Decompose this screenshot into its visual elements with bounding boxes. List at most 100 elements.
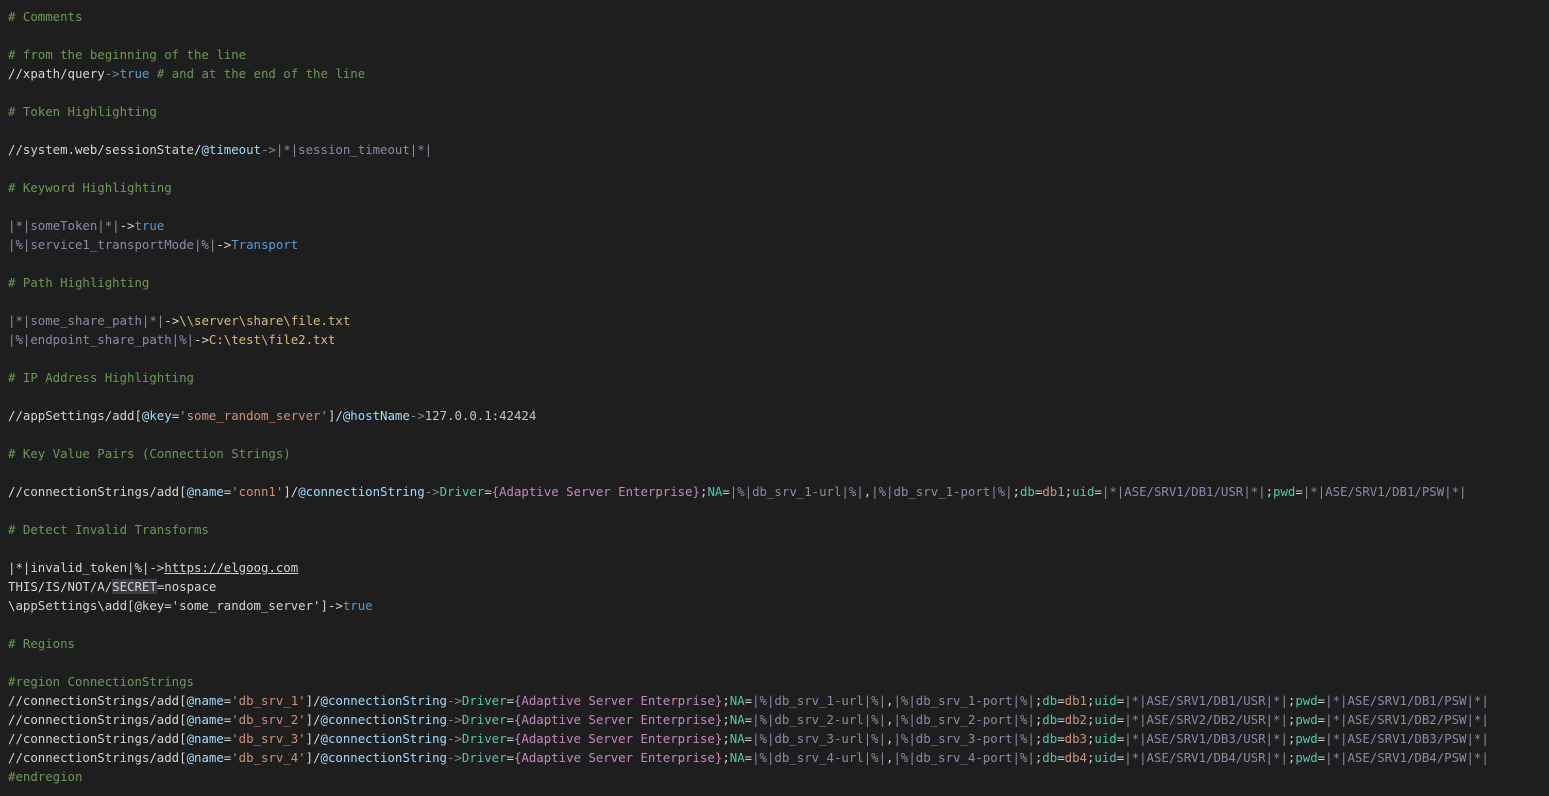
code-text: ]/ (305, 731, 321, 746)
code-line[interactable] (0, 653, 1549, 672)
kv-key: uid (1094, 731, 1117, 746)
code-line[interactable]: //connectionStrings/add[@name = 'db_srv_1'… (0, 691, 1549, 710)
kv-key: db (1042, 750, 1058, 765)
token-placeholder: |%|db_srv_1-url|%| (729, 484, 864, 499)
kv-braced-value: {Adaptive Server Enterprise} (513, 712, 723, 727)
code-line[interactable] (0, 292, 1549, 311)
code-text: -> (327, 598, 343, 613)
kv-key: Driver (461, 693, 507, 708)
code-line[interactable] (0, 254, 1549, 273)
code-line[interactable]: # Key Value Pairs (Connection Strings) (0, 444, 1549, 463)
code-line[interactable] (0, 501, 1549, 520)
code-line[interactable] (0, 26, 1549, 45)
transform-arrow: -> (409, 408, 425, 423)
code-text: -> (164, 313, 180, 328)
string-literal: 'db_srv_2' (231, 712, 306, 727)
string-literal: 'db_srv_4' (231, 750, 306, 765)
code-line[interactable]: |*|someToken|*|->true (0, 216, 1549, 235)
kv-key: Driver (461, 731, 507, 746)
transform-arrow: -> (447, 750, 462, 765)
kv-delimiter: = (1057, 750, 1065, 765)
code-line[interactable]: //connectionStrings/add[@name = 'db_srv_3'… (0, 729, 1549, 748)
kv-delimiter: = (1317, 712, 1326, 727)
token-placeholder: |*|ASE/SRV1/DB1/USR|*| (1101, 484, 1266, 499)
code-line[interactable] (0, 197, 1549, 216)
kv-key: pwd (1295, 750, 1318, 765)
comment-text: # from the beginning of the line (8, 47, 247, 62)
kv-delimiter: = (506, 750, 514, 765)
code-line[interactable] (0, 349, 1549, 368)
code-line[interactable]: #region ConnectionStrings (0, 672, 1549, 691)
xpath-attribute: @name (186, 693, 224, 708)
code-line[interactable] (0, 539, 1549, 558)
region-marker: #endregion (8, 769, 83, 784)
code-text: //system.web/sessionState/ (8, 142, 202, 157)
comment-text: # IP Address Highlighting (8, 370, 194, 385)
kv-value: db4 (1064, 750, 1087, 765)
code-line[interactable] (0, 463, 1549, 482)
token-placeholder: |*|ASE/SRV1/DB3/PSW|*| (1325, 731, 1489, 746)
code-text: //connectionStrings/add[ (8, 750, 187, 765)
code-line[interactable] (0, 425, 1549, 444)
kv-delimiter: = (1094, 484, 1102, 499)
comment-text: # Path Highlighting (8, 275, 150, 290)
kv-key: pwd (1295, 731, 1318, 746)
kv-braced-value: {Adaptive Server Enterprise} (513, 731, 723, 746)
kv-delimiter: = (1295, 484, 1303, 499)
code-line[interactable]: //connectionStrings/add[@name = 'conn1']/@… (0, 482, 1549, 501)
kv-key: db (1042, 731, 1058, 746)
comment-text: # Detect Invalid Transforms (8, 522, 209, 537)
string-literal: 'conn1' (231, 484, 284, 499)
code-line[interactable] (0, 83, 1549, 102)
code-line[interactable]: |%|endpoint_share_path|%|->C:\test\file2… (0, 330, 1549, 349)
code-line[interactable]: //connectionStrings/add[@name = 'db_srv_2'… (0, 710, 1549, 729)
code-text: ]/ (305, 712, 321, 727)
xpath-attribute: @name (186, 484, 224, 499)
code-line[interactable] (0, 121, 1549, 140)
code-line[interactable]: //system.web/sessionState/@timeout->|*|s… (0, 140, 1549, 159)
token-placeholder: |*|someToken|*| (8, 218, 120, 233)
comment-text: # Keyword Highlighting (8, 180, 172, 195)
token-placeholder: |%|db_srv_4-port|%| (893, 750, 1035, 765)
code-line[interactable]: \appSettings\add[@key='some_random_serve… (0, 596, 1549, 615)
kv-delimiter: = (1317, 731, 1326, 746)
kv-braced-value: {Adaptive Server Enterprise} (491, 484, 700, 499)
code-line[interactable]: # Token Highlighting (0, 102, 1549, 121)
transform-arrow: -> (260, 142, 276, 157)
kv-key: Driver (439, 484, 485, 499)
code-line[interactable]: # Regions (0, 634, 1549, 653)
kv-delimiter: = (1057, 712, 1065, 727)
keyword-value: Transport (231, 237, 299, 252)
keyword-value: true (119, 66, 150, 81)
code-line[interactable] (0, 615, 1549, 634)
code-editor[interactable]: # Comments # from the beginning of the li… (0, 0, 1549, 796)
code-text: //connectionStrings/add[ (8, 731, 187, 746)
code-line[interactable]: # Detect Invalid Transforms (0, 520, 1549, 539)
kv-delimiter: ; (722, 731, 730, 746)
code-line[interactable]: |*|some_share_path|*|->\\server\share\fi… (0, 311, 1549, 330)
transform-arrow: -> (447, 693, 462, 708)
code-text: \appSettings\add[@key='some_random_serve… (8, 598, 328, 613)
code-line[interactable]: THIS/IS/NOT/A/SECRET=nospace (0, 577, 1549, 596)
code-line[interactable] (0, 159, 1549, 178)
code-line[interactable]: //appSettings/add[@key='some_random_serv… (0, 406, 1549, 425)
code-line[interactable]: # IP Address Highlighting (0, 368, 1549, 387)
code-line[interactable]: //xpath/query->true # and at the end of … (0, 64, 1549, 83)
kv-delimiter: = (1317, 693, 1326, 708)
url-link[interactable]: https://elgoog.com (164, 560, 298, 575)
token-placeholder: |*|ASE/SRV1/DB4/USR|*| (1124, 750, 1288, 765)
comment-text: # Comments (8, 9, 83, 24)
code-line[interactable]: //connectionStrings/add[@name = 'db_srv_4'… (0, 748, 1549, 767)
code-line[interactable]: # Comments (0, 7, 1549, 26)
transform-arrow: -> (104, 66, 120, 81)
code-line[interactable]: # from the beginning of the line (0, 45, 1549, 64)
code-line[interactable]: |*|invalid_token|%|->https://elgoog.com (0, 558, 1549, 577)
code-line[interactable]: #endregion (0, 767, 1549, 786)
kv-delimiter: = (1317, 750, 1326, 765)
code-line[interactable]: |%|service1_transportMode|%|->Transport (0, 235, 1549, 254)
kv-delimiter: = (722, 484, 730, 499)
code-line[interactable]: # Keyword Highlighting (0, 178, 1549, 197)
code-line[interactable] (0, 387, 1549, 406)
token-placeholder: |%|db_srv_3-url|%| (752, 731, 887, 746)
code-line[interactable]: # Path Highlighting (0, 273, 1549, 292)
